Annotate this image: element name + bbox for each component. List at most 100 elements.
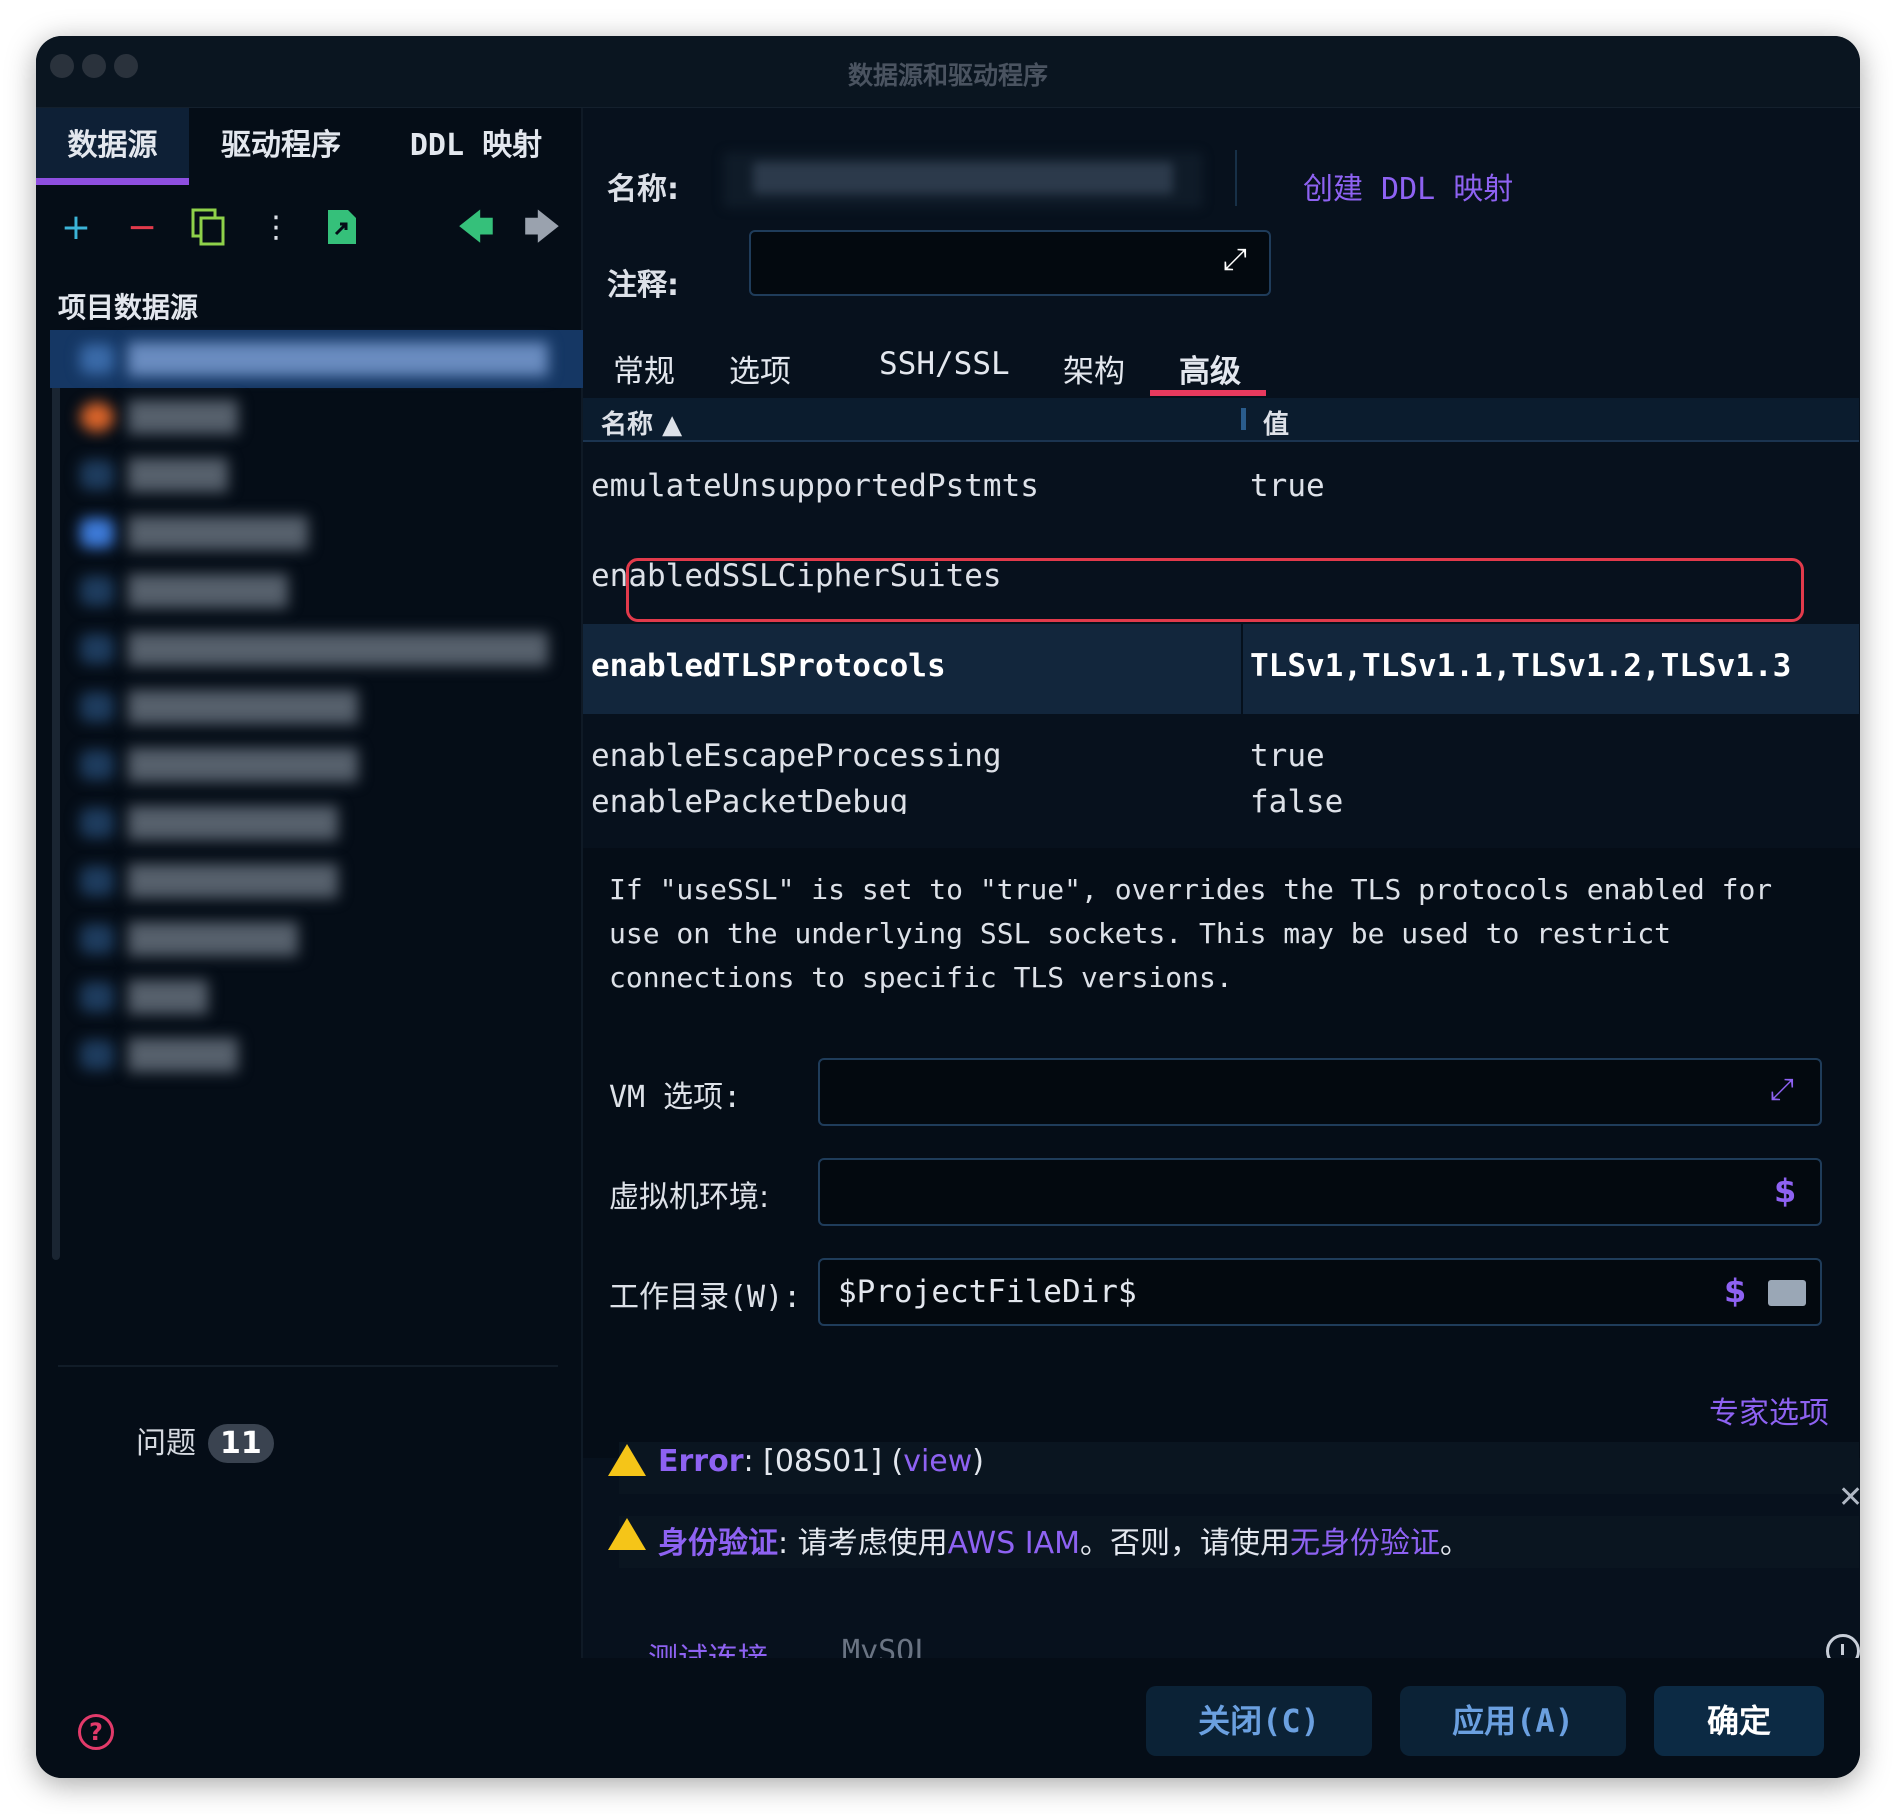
close-icon[interactable]: ✕ xyxy=(1838,1480,1860,1515)
help-icon[interactable]: ? xyxy=(78,1714,114,1750)
macro-dollar-icon[interactable]: $ xyxy=(1724,1272,1746,1310)
minus-icon[interactable]: − xyxy=(122,208,162,248)
property-name: emulateUnsupportedPstmts xyxy=(591,468,1039,504)
no-auth-link[interactable]: 无身份验证 xyxy=(1290,1526,1440,1561)
database-icon xyxy=(80,924,114,954)
left-panel: 数据源 驱动程序 DDL 映射 + − ⋮ 🡄 🡆 项目数据源 问题 11 xyxy=(36,108,583,1658)
problems-label: 问题 xyxy=(136,1426,196,1461)
macro-dollar-icon[interactable]: $ xyxy=(1774,1172,1796,1210)
window-title: 数据源和驱动程序 xyxy=(847,61,1048,90)
working-directory-label: 工作目录(W): xyxy=(609,1280,802,1315)
aws-iam-link[interactable]: AWS IAM xyxy=(948,1526,1080,1561)
active-tab-indicator xyxy=(36,178,189,185)
redacted-label xyxy=(128,458,228,492)
vm-options-input[interactable]: ⤢ xyxy=(818,1058,1822,1126)
database-icon xyxy=(80,692,114,722)
divider xyxy=(58,1365,558,1367)
arrow-right-icon[interactable]: 🡆 xyxy=(522,208,562,248)
advanced-properties-table: 名称 ▲ 值 emulateUnsupportedPstmts true ena… xyxy=(583,108,1860,814)
database-icon xyxy=(80,1040,114,1070)
database-icon xyxy=(80,634,114,664)
database-icon xyxy=(80,982,114,1012)
vm-options-label: VM 选项: xyxy=(609,1080,742,1115)
apply-button[interactable]: 应用(A) xyxy=(1400,1686,1626,1756)
expand-icon[interactable]: ⤢ xyxy=(1770,1072,1794,1107)
tree-item[interactable] xyxy=(50,388,583,446)
redacted-label xyxy=(128,748,358,782)
column-header-value[interactable]: 值 xyxy=(1263,404,1289,441)
redacted-label xyxy=(128,400,238,434)
database-icon xyxy=(80,808,114,838)
tree-item[interactable] xyxy=(50,1026,583,1084)
working-directory-input[interactable]: $ProjectFileDir$ $ xyxy=(818,1258,1822,1326)
property-value: false xyxy=(1250,788,1344,814)
database-icon xyxy=(80,460,114,490)
tree-item[interactable] xyxy=(50,504,583,562)
table-row[interactable]: emulateUnsupportedPstmts true xyxy=(583,444,1859,534)
vm-environment-input[interactable]: $ xyxy=(818,1158,1822,1226)
file-export-icon[interactable] xyxy=(322,208,362,248)
redacted-label xyxy=(128,922,298,956)
highlight-annotation xyxy=(626,558,1804,622)
copy-icon[interactable] xyxy=(188,208,228,248)
working-directory-value: $ProjectFileDir$ xyxy=(838,1274,1137,1310)
redacted-label xyxy=(128,690,358,724)
redacted-label xyxy=(128,516,308,550)
redacted-label xyxy=(128,1038,238,1072)
problems-count-badge: 11 xyxy=(208,1424,274,1463)
view-error-link[interactable]: view xyxy=(903,1444,972,1479)
close-button[interactable]: 关闭(C) xyxy=(1146,1686,1372,1756)
dialog-footer: ? 关闭(C) 应用(A) 确定 xyxy=(36,1658,1860,1778)
property-value[interactable]: true xyxy=(1250,468,1325,504)
plus-icon[interactable]: + xyxy=(56,208,96,248)
property-value[interactable]: true xyxy=(1250,738,1325,774)
tab-ddl-mappings[interactable]: DDL 映射 xyxy=(386,108,566,184)
problems-link[interactable]: 问题 11 xyxy=(136,1418,274,1463)
arrow-left-icon[interactable]: 🡄 xyxy=(456,208,496,248)
database-icon xyxy=(80,866,114,896)
redacted-label xyxy=(128,980,208,1014)
tab-data-sources[interactable]: 数据源 xyxy=(36,108,189,184)
column-resize-handle[interactable] xyxy=(1241,408,1246,430)
warning-icon xyxy=(608,1518,646,1550)
redacted-label xyxy=(128,806,338,840)
database-icon xyxy=(80,576,114,606)
redacted-label xyxy=(128,342,548,376)
tree-item-selected[interactable] xyxy=(50,330,583,388)
ok-button[interactable]: 确定 xyxy=(1654,1686,1824,1756)
folder-open-icon[interactable] xyxy=(1768,1280,1806,1306)
property-name: enabledTLSProtocols xyxy=(591,648,946,684)
data-source-tree xyxy=(50,330,583,1274)
tree-item[interactable] xyxy=(50,852,583,910)
tree-item[interactable] xyxy=(50,678,583,736)
redacted-label xyxy=(128,864,338,898)
database-icon xyxy=(80,750,114,780)
redacted-label xyxy=(128,632,548,666)
tab-drivers[interactable]: 驱动程序 xyxy=(196,108,366,184)
tree-item[interactable] xyxy=(50,794,583,852)
auth-message: 身份验证: 请考虑使用AWS IAM。否则，请使用无身份验证。 xyxy=(658,1526,1471,1561)
error-message: Error: [08S01] (view) xyxy=(658,1444,984,1479)
redacted-label xyxy=(128,574,288,608)
database-icon xyxy=(80,344,114,374)
table-row-selected[interactable]: enabledTLSProtocols TLSv1,TLSv1.1,TLSv1.… xyxy=(583,624,1859,714)
warning-icon xyxy=(608,1444,646,1476)
table-header: 名称 ▲ 值 xyxy=(583,398,1859,442)
column-separator xyxy=(1241,624,1243,714)
property-value[interactable]: TLSv1,TLSv1.1,TLSv1.2,TLSv1.3 xyxy=(1250,648,1791,684)
column-header-name[interactable]: 名称 ▲ xyxy=(601,404,682,441)
tree-item[interactable] xyxy=(50,736,583,794)
tree-item[interactable] xyxy=(50,620,583,678)
more-vertical-icon[interactable]: ⋮ xyxy=(256,208,296,248)
property-description: If "useSSL" is set to "true", overrides … xyxy=(609,873,1773,994)
vm-environment-label: 虚拟机环境: xyxy=(609,1180,770,1215)
tree-item[interactable] xyxy=(50,562,583,620)
property-name: enablePacketDebug xyxy=(591,788,909,814)
tree-item[interactable] xyxy=(50,910,583,968)
tree-item[interactable] xyxy=(50,446,583,504)
tree-item[interactable] xyxy=(50,968,583,1026)
project-data-sources-label: 项目数据源 xyxy=(58,291,199,324)
table-row-partial-clip: enablePacketDebug false xyxy=(583,788,1859,814)
database-icon xyxy=(80,518,114,548)
database-icon xyxy=(80,402,114,432)
